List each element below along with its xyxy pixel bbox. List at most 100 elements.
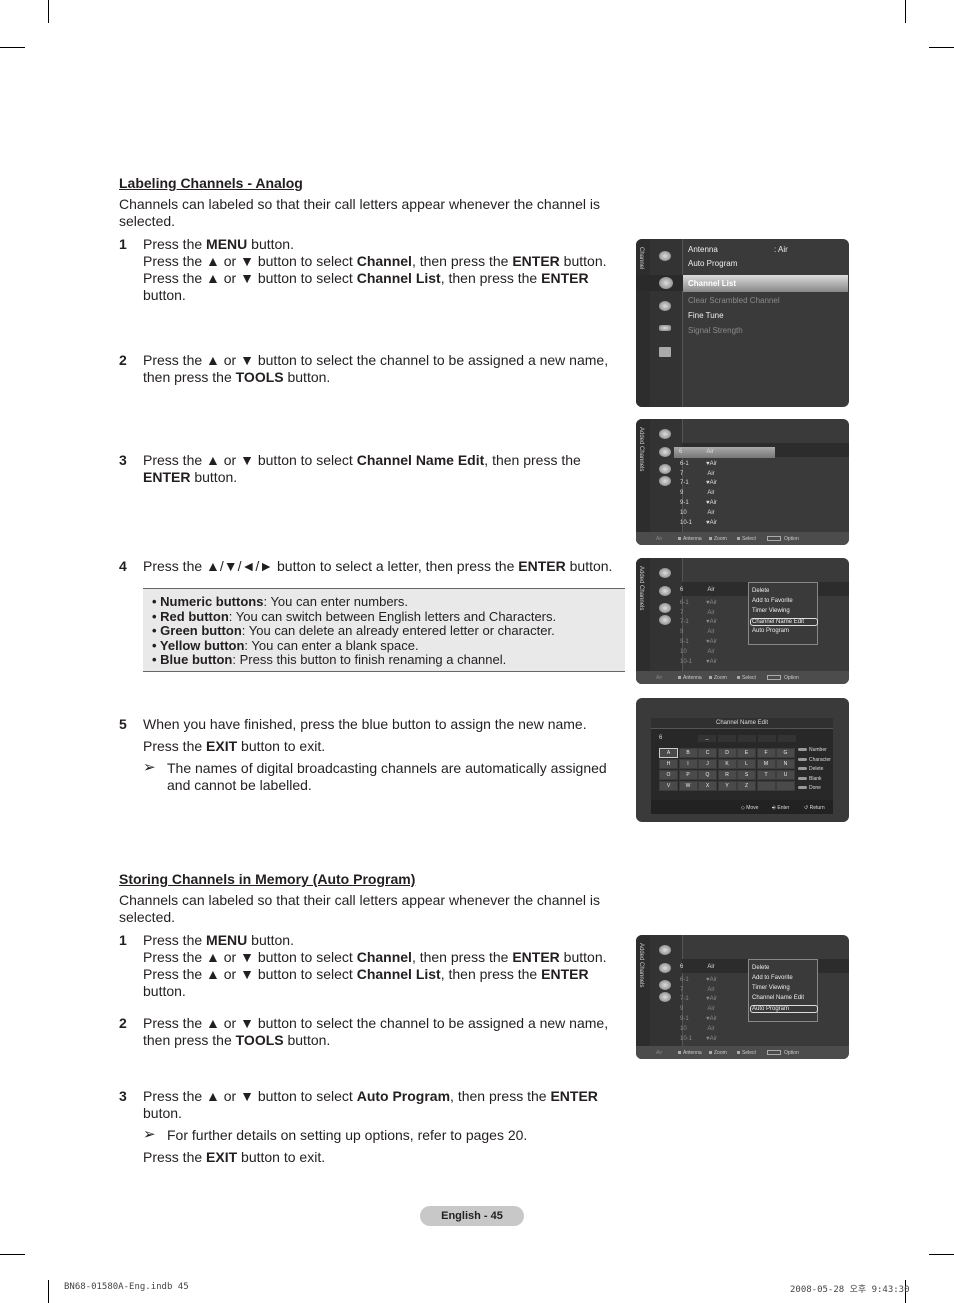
name-slot[interactable] <box>718 735 736 742</box>
key-A[interactable]: A <box>659 748 678 758</box>
bold-term: ENTER <box>541 270 589 286</box>
crop-mark <box>905 0 906 23</box>
channel-number: 7 <box>680 986 684 993</box>
key-G[interactable]: G <box>776 748 795 758</box>
menu-item-auto-program[interactable]: Auto Program <box>688 259 737 268</box>
popup-item[interactable]: Auto Program <box>752 628 789 634</box>
menu-item-signal-strength[interactable]: Signal Strength <box>688 326 743 335</box>
key-T[interactable]: T <box>756 770 776 780</box>
channel-row[interactable]: 9-1 ♥Air <box>680 1016 717 1022</box>
step-number: 3 <box>119 452 127 468</box>
popup-item[interactable]: Timer Viewing <box>752 608 790 614</box>
menu-item-channel-list[interactable]: Channel List <box>683 275 848 292</box>
added-channels-icon <box>659 963 671 973</box>
channel-row[interactable]: 9 Air <box>680 490 715 496</box>
dialog-footer: ◇ Move ⎆ Enter ↺ Return <box>651 800 833 814</box>
key-C[interactable]: C <box>698 748 717 758</box>
name-slot[interactable] <box>778 735 796 742</box>
setup-gear-icon <box>659 301 671 311</box>
channel-type: ♥Air <box>706 519 717 526</box>
key-B[interactable]: B <box>678 748 698 758</box>
channel-row[interactable]: 7 Air <box>680 610 715 616</box>
text-run: Press the <box>143 1149 207 1165</box>
key-W[interactable]: W <box>678 781 698 791</box>
key-blank[interactable] <box>756 781 776 791</box>
popup-item[interactable]: Delete <box>752 588 769 594</box>
channel-row[interactable]: 6 Air <box>680 964 715 970</box>
name-slot[interactable] <box>738 735 756 742</box>
bold-term: Channel List <box>356 270 441 286</box>
channel-row[interactable]: 9 Air <box>680 629 715 635</box>
channel-number: 9 <box>680 1006 684 1013</box>
popup-item[interactable]: Channel Name Edit <box>750 618 818 626</box>
key-J[interactable]: J <box>698 759 717 769</box>
bold-term: Channel <box>356 253 412 269</box>
footer-select: Select <box>737 1050 756 1056</box>
key-K[interactable]: K <box>717 759 737 769</box>
popup-item[interactable]: Channel Name Edit <box>752 995 804 1001</box>
channel-row[interactable]: 6-1 ♥Air <box>680 977 717 983</box>
text-run: Press the ▲ or ▼ button to select <box>143 966 357 982</box>
key-O[interactable]: O <box>659 770 678 780</box>
popup-item[interactable]: Timer Viewing <box>752 985 790 991</box>
channel-row[interactable]: 6 Air <box>674 447 775 458</box>
key-X[interactable]: X <box>698 781 717 791</box>
channel-row[interactable]: 10 Air <box>680 510 715 516</box>
channel-row[interactable]: 6-1 ♥Air <box>680 600 717 606</box>
menu-item-clear-scrambled-channel[interactable]: Clear Scrambled Channel <box>688 296 780 305</box>
channel-row[interactable]: 9-1 ♥Air <box>680 500 717 506</box>
key-D[interactable]: D <box>717 748 737 758</box>
key-E[interactable]: E <box>737 748 756 758</box>
channel-row[interactable]: 7 Air <box>680 471 715 477</box>
bold-term: ENTER <box>541 966 589 982</box>
favorite-heart-icon <box>659 980 671 990</box>
step-body: Press the ▲ or ▼ button to select Channe… <box>143 452 629 486</box>
channel-row[interactable]: 10 Air <box>680 649 715 655</box>
key-M[interactable]: M <box>756 759 776 769</box>
key-U[interactable]: U <box>776 770 795 780</box>
file-slug: BN68-01580A-Eng.indb 45 <box>64 1282 189 1292</box>
popup-item[interactable]: Auto Program <box>750 1005 818 1013</box>
channel-number: 10-1 <box>680 658 693 665</box>
channel-row[interactable]: 10-1 ♥Air <box>680 659 717 665</box>
channel-row[interactable]: 9-1 ♥Air <box>680 639 717 645</box>
channel-number: 10-1 <box>680 1035 693 1042</box>
text-run: Press the ▲ or ▼ button to select the ch… <box>143 352 609 385</box>
channel-row[interactable]: 7-1 ♥Air <box>680 996 717 1002</box>
channel-row[interactable]: 7 Air <box>680 987 715 993</box>
popup-item[interactable]: Delete <box>752 965 769 971</box>
key-blank[interactable] <box>776 781 795 791</box>
key-Q[interactable]: Q <box>698 770 717 780</box>
name-slot[interactable]: _ <box>698 734 716 742</box>
channel-row[interactable]: 7-1 ♥Air <box>680 480 717 486</box>
bold-term: Channel <box>356 949 412 965</box>
key-N[interactable]: N <box>776 759 795 769</box>
key-V[interactable]: V <box>659 781 678 791</box>
key-R[interactable]: R <box>717 770 737 780</box>
channel-row[interactable]: 9 Air <box>680 1006 715 1012</box>
name-slot[interactable] <box>758 735 776 742</box>
channel-row[interactable]: 6 Air <box>680 587 715 593</box>
menu-item-fine-tune[interactable]: Fine Tune <box>688 311 724 320</box>
key-H[interactable]: H <box>659 759 678 769</box>
channel-row[interactable]: 10-1 ♥Air <box>680 520 717 526</box>
footer-mode: Air <box>656 1050 663 1056</box>
channel-number: 6 <box>680 587 684 593</box>
channel-row[interactable]: 10 Air <box>680 1026 715 1032</box>
popup-item[interactable]: Add to Favorite <box>752 975 793 981</box>
key-F[interactable]: F <box>756 748 776 758</box>
menu-item-antenna[interactable]: Antenna: Air <box>688 245 788 254</box>
key-P[interactable]: P <box>678 770 698 780</box>
channel-row[interactable]: 10-1 ♥Air <box>680 1036 717 1042</box>
channel-row[interactable]: 6-1 ♥Air <box>680 461 717 467</box>
crop-mark <box>929 47 954 48</box>
channel-row[interactable]: 7-1 ♥Air <box>680 619 717 625</box>
key-L[interactable]: L <box>737 759 756 769</box>
key-Z[interactable]: Z <box>737 781 756 791</box>
key-Y[interactable]: Y <box>717 781 737 791</box>
crop-mark <box>0 1254 25 1255</box>
popup-item[interactable]: Add to Favorite <box>752 598 793 604</box>
legend-item: Number <box>798 747 827 753</box>
key-S[interactable]: S <box>737 770 756 780</box>
key-I[interactable]: I <box>678 759 698 769</box>
